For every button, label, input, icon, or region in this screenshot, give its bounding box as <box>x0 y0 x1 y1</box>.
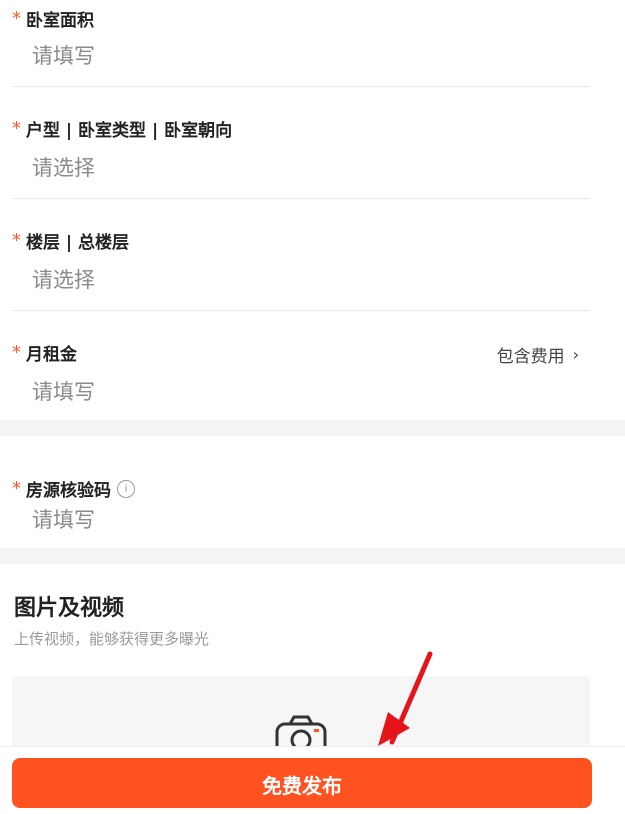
media-upload-area[interactable] <box>12 676 590 756</box>
field-label: 楼层 | 总楼层 <box>26 233 130 253</box>
field-label: 户型 | 卧室类型 | 卧室朝向 <box>26 121 233 141</box>
divider <box>12 86 590 87</box>
publish-button[interactable]: 免费发布 <box>12 758 592 808</box>
media-section-subtitle: 上传视频，能够获得更多曝光 <box>14 630 210 648</box>
chevron-right-icon: › <box>572 345 579 364</box>
included-fees-label: 包含费用 <box>496 347 565 367</box>
included-fees-link[interactable]: 包含费用 › <box>497 342 579 367</box>
field-floor[interactable]: * 楼层 | 总楼层 请选择 <box>0 222 625 308</box>
field-label: 卧室面积 <box>26 11 94 31</box>
media-section-title: 图片及视频 <box>14 596 125 621</box>
bedroom-area-input[interactable]: 请填写 <box>32 40 95 70</box>
field-monthly-rent[interactable]: * 月租金 包含费用 › 请填写 <box>0 334 625 420</box>
section-gap <box>0 548 625 564</box>
required-mark: * <box>12 8 21 29</box>
field-label: 房源核验码 <box>26 481 111 501</box>
divider <box>12 198 590 199</box>
field-verification-code[interactable]: * 房源核验码 i 请填写 <box>0 470 625 546</box>
required-mark: * <box>12 118 21 139</box>
divider <box>12 310 590 311</box>
section-gap <box>0 420 625 436</box>
field-label: 月租金 <box>26 345 77 365</box>
verification-code-input[interactable]: 请填写 <box>32 504 95 534</box>
field-layout-type-orientation[interactable]: * 户型 | 卧室类型 | 卧室朝向 请选择 <box>0 110 625 196</box>
required-mark: * <box>12 342 21 363</box>
floor-select[interactable]: 请选择 <box>32 264 95 294</box>
required-mark: * <box>12 478 21 499</box>
layout-select[interactable]: 请选择 <box>32 152 95 182</box>
required-mark: * <box>12 230 21 251</box>
red-arrow-annotation <box>378 651 433 746</box>
rent-input[interactable]: 请填写 <box>32 376 95 406</box>
field-bedroom-area[interactable]: * 卧室面积 请填写 <box>0 0 625 86</box>
info-icon[interactable]: i <box>117 479 135 498</box>
